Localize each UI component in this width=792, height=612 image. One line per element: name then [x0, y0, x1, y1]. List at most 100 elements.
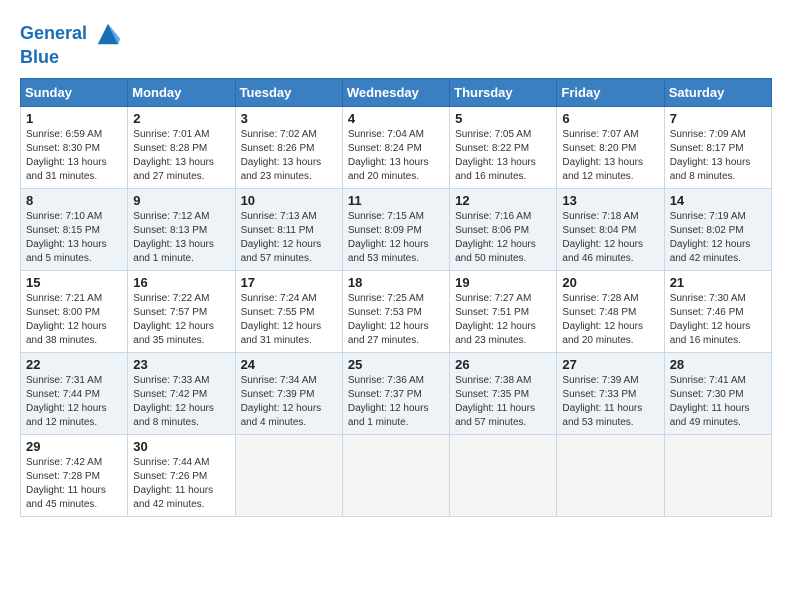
- day-info: Sunrise: 7:18 AM Sunset: 8:04 PM Dayligh…: [562, 210, 658, 266]
- calendar-cell: 11 Sunrise: 7:15 AM Sunset: 8:09 PM Dayli…: [342, 188, 449, 270]
- day-number: 6: [562, 111, 658, 126]
- calendar-cell: 12Sunrise: 7:16 AM Sunset: 8:06 PM Dayli…: [450, 188, 557, 270]
- day-number: 24: [241, 357, 337, 372]
- day-info: Sunrise: 7:07 AM Sunset: 8:20 PM Dayligh…: [562, 128, 658, 184]
- day-info: Sunrise: 7:34 AM Sunset: 7:39 PM Dayligh…: [241, 374, 337, 430]
- calendar-cell: 29 Sunrise: 7:42 AM Sunset: 7:28 PM Dayli…: [21, 434, 128, 516]
- logo-general: General: [20, 23, 87, 43]
- day-number: 5: [455, 111, 551, 126]
- day-info: Sunrise: 7:24 AM Sunset: 7:55 PM Dayligh…: [241, 292, 337, 348]
- calendar-cell: 20 Sunrise: 7:28 AM Sunset: 7:48 PM Dayli…: [557, 270, 664, 352]
- day-info: Sunrise: 6:59 AM Sunset: 8:30 PM Dayligh…: [26, 128, 122, 184]
- calendar-cell: 7 Sunrise: 7:09 AM Sunset: 8:17 PM Daylig…: [664, 106, 771, 188]
- calendar-cell: 3Sunrise: 7:02 AM Sunset: 8:26 PM Daylig…: [235, 106, 342, 188]
- day-info: Sunrise: 7:04 AM Sunset: 8:24 PM Dayligh…: [348, 128, 444, 184]
- day-number: 30: [133, 439, 229, 454]
- calendar-week-row: 15 Sunrise: 7:21 AM Sunset: 8:00 PM Dayli…: [21, 270, 772, 352]
- day-info: Sunrise: 7:22 AM Sunset: 7:57 PM Dayligh…: [133, 292, 229, 348]
- day-info: Sunrise: 7:15 AM Sunset: 8:09 PM Dayligh…: [348, 210, 444, 266]
- day-number: 20: [562, 275, 658, 290]
- day-number: 17: [241, 275, 337, 290]
- calendar-cell: 23 Sunrise: 7:33 AM Sunset: 7:42 PM Dayli…: [128, 352, 235, 434]
- logo: General Blue: [20, 20, 122, 68]
- weekday-sunday: Sunday: [21, 78, 128, 106]
- calendar-cell: 14Sunrise: 7:19 AM Sunset: 8:02 PM Dayli…: [664, 188, 771, 270]
- calendar-cell: [342, 434, 449, 516]
- calendar-cell: 2 Sunrise: 7:01 AM Sunset: 8:28 PM Daylig…: [128, 106, 235, 188]
- day-number: 22: [26, 357, 122, 372]
- day-number: 1: [26, 111, 122, 126]
- weekday-wednesday: Wednesday: [342, 78, 449, 106]
- day-number: 26: [455, 357, 551, 372]
- day-info: Sunrise: 7:33 AM Sunset: 7:42 PM Dayligh…: [133, 374, 229, 430]
- calendar-cell: [235, 434, 342, 516]
- day-info: Sunrise: 7:10 AM Sunset: 8:15 PM Dayligh…: [26, 210, 122, 266]
- day-number: 19: [455, 275, 551, 290]
- calendar-cell: 22 Sunrise: 7:31 AM Sunset: 7:44 PM Dayli…: [21, 352, 128, 434]
- calendar-cell: 15 Sunrise: 7:21 AM Sunset: 8:00 PM Dayli…: [21, 270, 128, 352]
- day-info: Sunrise: 7:21 AM Sunset: 8:00 PM Dayligh…: [26, 292, 122, 348]
- day-info: Sunrise: 7:01 AM Sunset: 8:28 PM Dayligh…: [133, 128, 229, 184]
- day-number: 11: [348, 193, 444, 208]
- weekday-monday: Monday: [128, 78, 235, 106]
- day-number: 15: [26, 275, 122, 290]
- weekday-saturday: Saturday: [664, 78, 771, 106]
- day-number: 2: [133, 111, 229, 126]
- day-info: Sunrise: 7:27 AM Sunset: 7:51 PM Dayligh…: [455, 292, 551, 348]
- calendar-cell: [664, 434, 771, 516]
- page-header: General Blue: [20, 20, 772, 68]
- day-number: 23: [133, 357, 229, 372]
- day-number: 27: [562, 357, 658, 372]
- day-info: Sunrise: 7:39 AM Sunset: 7:33 PM Dayligh…: [562, 374, 658, 430]
- day-info: Sunrise: 7:09 AM Sunset: 8:17 PM Dayligh…: [670, 128, 766, 184]
- weekday-friday: Friday: [557, 78, 664, 106]
- calendar-week-row: 1 Sunrise: 6:59 AM Sunset: 8:30 PM Daylig…: [21, 106, 772, 188]
- day-info: Sunrise: 7:41 AM Sunset: 7:30 PM Dayligh…: [670, 374, 766, 430]
- day-number: 29: [26, 439, 122, 454]
- day-number: 14: [670, 193, 766, 208]
- calendar-body: 1 Sunrise: 6:59 AM Sunset: 8:30 PM Daylig…: [21, 106, 772, 516]
- logo-blue: Blue: [20, 47, 59, 67]
- calendar-table: SundayMondayTuesdayWednesdayThursdayFrid…: [20, 78, 772, 517]
- day-info: Sunrise: 7:42 AM Sunset: 7:28 PM Dayligh…: [26, 456, 122, 512]
- day-info: Sunrise: 7:30 AM Sunset: 7:46 PM Dayligh…: [670, 292, 766, 348]
- day-number: 28: [670, 357, 766, 372]
- day-info: Sunrise: 7:44 AM Sunset: 7:26 PM Dayligh…: [133, 456, 229, 512]
- calendar-cell: 10Sunrise: 7:13 AM Sunset: 8:11 PM Dayli…: [235, 188, 342, 270]
- day-number: 12: [455, 193, 551, 208]
- day-info: Sunrise: 7:28 AM Sunset: 7:48 PM Dayligh…: [562, 292, 658, 348]
- day-info: Sunrise: 7:25 AM Sunset: 7:53 PM Dayligh…: [348, 292, 444, 348]
- calendar-cell: 6 Sunrise: 7:07 AM Sunset: 8:20 PM Daylig…: [557, 106, 664, 188]
- calendar-cell: 30 Sunrise: 7:44 AM Sunset: 7:26 PM Dayli…: [128, 434, 235, 516]
- day-number: 25: [348, 357, 444, 372]
- day-info: Sunrise: 7:05 AM Sunset: 8:22 PM Dayligh…: [455, 128, 551, 184]
- day-number: 8: [26, 193, 122, 208]
- calendar-cell: 28 Sunrise: 7:41 AM Sunset: 7:30 PM Dayli…: [664, 352, 771, 434]
- day-info: Sunrise: 7:31 AM Sunset: 7:44 PM Dayligh…: [26, 374, 122, 430]
- calendar-cell: 13Sunrise: 7:18 AM Sunset: 8:04 PM Dayli…: [557, 188, 664, 270]
- day-number: 3: [241, 111, 337, 126]
- day-number: 10: [241, 193, 337, 208]
- calendar-cell: 9 Sunrise: 7:12 AM Sunset: 8:13 PM Daylig…: [128, 188, 235, 270]
- day-number: 7: [670, 111, 766, 126]
- calendar-cell: 5 Sunrise: 7:05 AM Sunset: 8:22 PM Daylig…: [450, 106, 557, 188]
- weekday-tuesday: Tuesday: [235, 78, 342, 106]
- day-number: 16: [133, 275, 229, 290]
- calendar-cell: 18Sunrise: 7:25 AM Sunset: 7:53 PM Dayli…: [342, 270, 449, 352]
- calendar-cell: 27 Sunrise: 7:39 AM Sunset: 7:33 PM Dayli…: [557, 352, 664, 434]
- calendar-cell: 4 Sunrise: 7:04 AM Sunset: 8:24 PM Daylig…: [342, 106, 449, 188]
- calendar-cell: 19 Sunrise: 7:27 AM Sunset: 7:51 PM Dayli…: [450, 270, 557, 352]
- calendar-cell: 24 Sunrise: 7:34 AM Sunset: 7:39 PM Dayli…: [235, 352, 342, 434]
- calendar-header: SundayMondayTuesdayWednesdayThursdayFrid…: [21, 78, 772, 106]
- calendar-week-row: 22 Sunrise: 7:31 AM Sunset: 7:44 PM Dayli…: [21, 352, 772, 434]
- weekday-row: SundayMondayTuesdayWednesdayThursdayFrid…: [21, 78, 772, 106]
- calendar-cell: 1 Sunrise: 6:59 AM Sunset: 8:30 PM Daylig…: [21, 106, 128, 188]
- calendar-cell: 26 Sunrise: 7:38 AM Sunset: 7:35 PM Dayli…: [450, 352, 557, 434]
- day-info: Sunrise: 7:36 AM Sunset: 7:37 PM Dayligh…: [348, 374, 444, 430]
- day-number: 4: [348, 111, 444, 126]
- calendar-week-row: 29 Sunrise: 7:42 AM Sunset: 7:28 PM Dayli…: [21, 434, 772, 516]
- calendar-cell: 17 Sunrise: 7:24 AM Sunset: 7:55 PM Dayli…: [235, 270, 342, 352]
- day-info: Sunrise: 7:38 AM Sunset: 7:35 PM Dayligh…: [455, 374, 551, 430]
- day-info: Sunrise: 7:12 AM Sunset: 8:13 PM Dayligh…: [133, 210, 229, 266]
- day-number: 9: [133, 193, 229, 208]
